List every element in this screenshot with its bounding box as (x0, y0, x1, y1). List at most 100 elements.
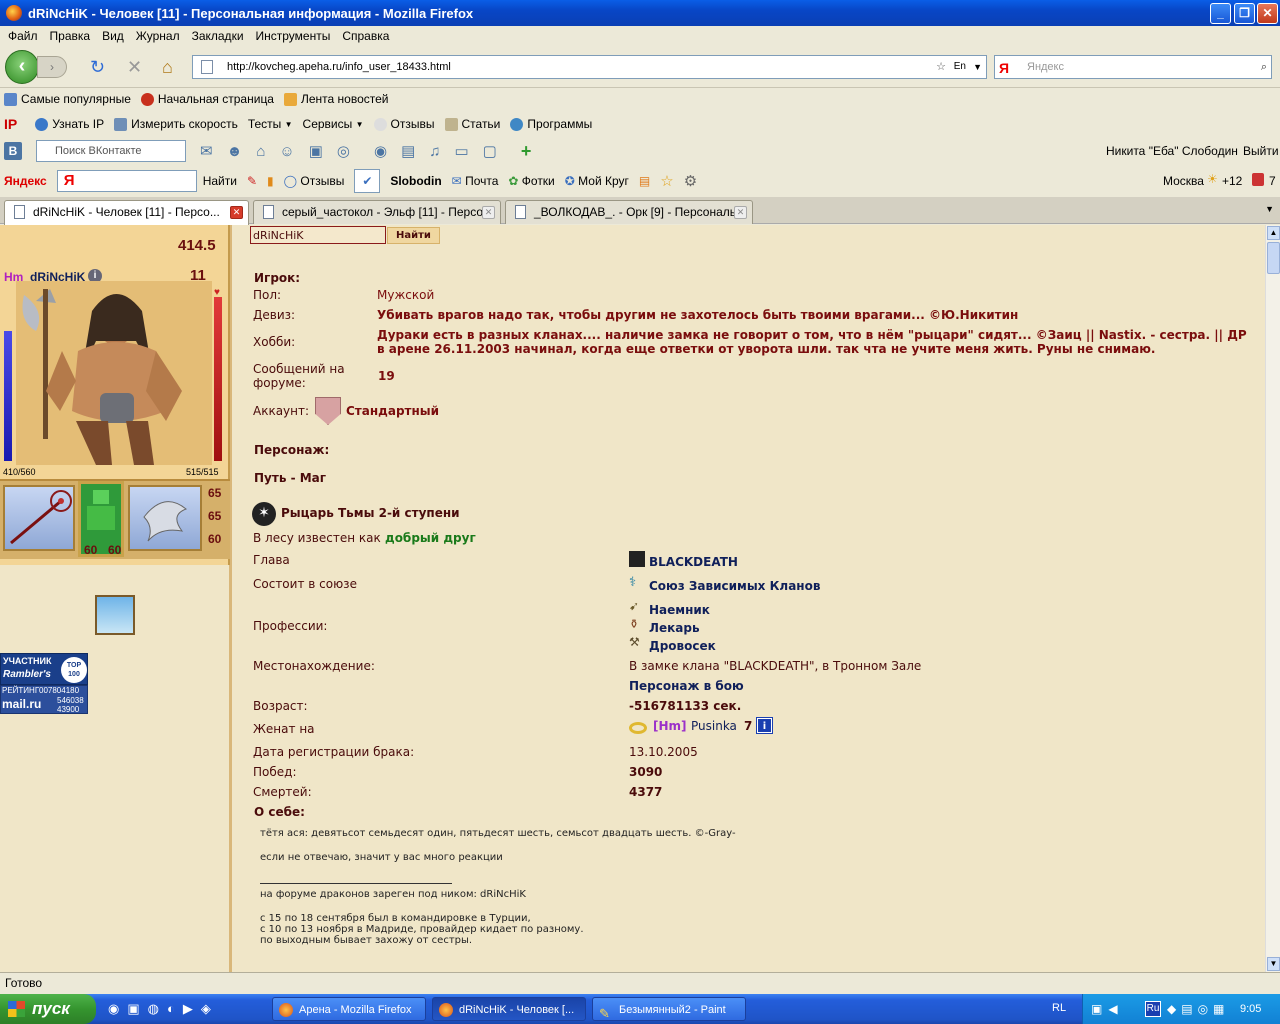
profession-woodcutter[interactable]: Дровосек (649, 639, 716, 653)
marriage-date-value: 13.10.2005 (629, 745, 698, 759)
menu-view[interactable]: Вид (96, 29, 130, 43)
search-magnifier-icon[interactable]: ⌕ (1261, 56, 1267, 78)
vk-search-input[interactable]: Поиск ВКонтакте (36, 140, 186, 162)
tab-seriy[interactable]: серый_частокол - Эльф [11] - Персо... ✕ (253, 200, 501, 224)
clock: 9:05 (1240, 1003, 1262, 1015)
ip-item-speed[interactable]: Измерить скорость (114, 117, 238, 131)
article-icon (444, 117, 458, 131)
tab-close-icon[interactable]: ✕ (734, 206, 747, 219)
yandex-find-button[interactable]: Найти (203, 174, 237, 188)
weather-city[interactable]: Москва (1163, 174, 1204, 188)
tab-drinchik[interactable]: dRiNcHiK - Человек [11] - Персо... ✕ (4, 200, 249, 225)
scroll-down-icon[interactable]: ▼ (1267, 957, 1280, 971)
tab-list-dropdown-icon[interactable]: ▼ (1265, 204, 1274, 214)
minimize-button[interactable]: _ (1210, 3, 1231, 24)
pen-icon[interactable]: ✎ (247, 174, 257, 188)
task-drinchik[interactable]: dRiNcHiK - Человек [... (432, 997, 586, 1021)
ip-item-find-ip[interactable]: Узнать IP (35, 117, 104, 131)
bookmark-start[interactable]: Начальная страница (140, 92, 274, 106)
tab-close-icon[interactable]: ✕ (482, 206, 495, 219)
start-button[interactable]: пуск (0, 994, 96, 1024)
yandex-search-input[interactable]: Я (56, 170, 197, 192)
alliance-value[interactable]: Союз Зависимых Кланов (649, 579, 820, 593)
ip-item-tests[interactable]: Тесты ▼ (248, 117, 293, 131)
task-paint[interactable]: ✎ Безымянный2 - Paint (592, 997, 746, 1021)
yandex-logo[interactable]: Яндекс (4, 174, 47, 188)
tray-icons[interactable]: ▣◀ (1091, 994, 1124, 1024)
equipment-panel: 60 60 65 65 60 (0, 479, 230, 559)
tray-lang[interactable]: Ru (1145, 1001, 1161, 1017)
tray-icons-2[interactable]: ◆▤◎▦ (1167, 994, 1229, 1024)
bookmark-popular[interactable]: Самые популярные (4, 92, 131, 106)
home-icon[interactable]: ⌂ (162, 58, 173, 76)
yandex-reviews[interactable]: ◯ Отзывы (284, 174, 345, 188)
hobby-value: Дураки есть в разных кланах.... наличие … (377, 328, 1247, 356)
photo-icon[interactable] (95, 595, 135, 635)
weapon-slot[interactable] (3, 485, 75, 551)
dropdown-icon: ▼ (355, 119, 364, 129)
star-icon[interactable]: ☆ (936, 56, 946, 78)
firefox-icon (6, 5, 22, 21)
profession-mercenary[interactable]: Наемник (649, 603, 710, 617)
reload-icon[interactable]: ↻ (90, 58, 105, 76)
ip-item-reviews[interactable]: Отзывы (373, 117, 435, 131)
forward-button[interactable]: › (37, 56, 67, 78)
bookmark-news[interactable]: Лента новостей (283, 92, 388, 106)
clan-value[interactable]: BLACKDEATH (649, 555, 738, 569)
url-dropdown-icon[interactable]: ▼ (973, 56, 982, 78)
close-button[interactable]: ✕ (1257, 3, 1278, 24)
mailru-rating-banner[interactable]: РЕЙТИНГ 007804180 mail.ru 546038 43900 (0, 685, 88, 714)
yandex-mail[interactable]: ✉ Почта (452, 174, 499, 188)
info-icon (35, 117, 49, 131)
rank-value[interactable]: Рыцарь Тьмы 2-й ступени (281, 506, 460, 520)
scroll-thumb[interactable] (1267, 242, 1280, 274)
character-portrait (16, 281, 212, 465)
tab-volkodav[interactable]: _ВОЛКОДАВ_. - Орк [9] - Персональ... ✕ (505, 200, 753, 224)
menu-tools[interactable]: Инструменты (250, 29, 337, 43)
yandex-photos[interactable]: ✿ Фотки (508, 174, 554, 188)
find-button[interactable]: Найти (387, 227, 440, 244)
rambler-top100-banner[interactable]: УЧАСТНИК Rambler's TOP 100 (0, 653, 88, 685)
briefcase-icon[interactable]: ▤ (639, 174, 650, 188)
menu-history[interactable]: Журнал (130, 29, 186, 43)
scroll-up-icon[interactable]: ▲ (1267, 226, 1280, 240)
url-bar[interactable]: http://kovcheg.apeha.ru/info_user_18433.… (192, 55, 987, 79)
menu-edit[interactable]: Правка (44, 29, 97, 43)
traffic-count: 7 (1269, 174, 1276, 188)
spouse-info-icon[interactable]: i (756, 717, 773, 734)
user-search-input[interactable] (250, 226, 386, 244)
maximize-button[interactable]: ❐ (1234, 3, 1255, 24)
search-bar[interactable]: Я Яндекс ⌕ (994, 55, 1272, 79)
spouse-name[interactable]: Pusinka (691, 719, 737, 733)
language-indicator[interactable]: RL (1052, 1002, 1066, 1014)
battle-status[interactable]: Персонаж в бою (629, 679, 744, 693)
vertical-scrollbar[interactable]: ▲ ▼ (1265, 225, 1280, 972)
vk-logout[interactable]: Выйти (1243, 144, 1279, 158)
vk-icons-2[interactable]: ◉▤♫▭▢ (374, 142, 511, 160)
ip-item-services[interactable]: Сервисы ▼ (303, 117, 364, 131)
offhand-slot[interactable] (128, 485, 202, 551)
mana-value: 515/515 (186, 467, 219, 477)
add-icon[interactable]: + (521, 141, 532, 162)
ip-item-articles[interactable]: Статьи (444, 117, 500, 131)
tab-close-icon[interactable]: ✕ (230, 206, 243, 219)
chart-icon[interactable]: ▮ (267, 174, 274, 188)
ip-item-programs[interactable]: Программы (510, 117, 592, 131)
check-icon[interactable]: ✔ (354, 169, 381, 193)
yandex-username[interactable]: Slobodin (390, 174, 441, 188)
profession-healer[interactable]: Лекарь (649, 621, 700, 635)
settings-gear-icon[interactable]: ⚙ (684, 172, 697, 190)
age-value: -516781133 сек. (629, 699, 742, 713)
vk-icons[interactable]: ✉☻⌂☺▣◎ (200, 142, 364, 160)
back-button[interactable]: ‹ (5, 50, 39, 84)
quick-launch-icons[interactable]: ◉▣◍◐▶◈ (108, 1001, 219, 1017)
menu-help[interactable]: Справка (336, 29, 395, 43)
stop-icon[interactable]: ✕ (127, 58, 142, 76)
vk-logo[interactable]: B (4, 142, 22, 160)
menu-bookmarks[interactable]: Закладки (186, 29, 250, 43)
menu-file[interactable]: Файл (2, 29, 44, 43)
task-arena[interactable]: Арена - Mozilla Firefox (272, 997, 426, 1021)
yandex-circle[interactable]: ✪ Мой Круг (565, 174, 629, 188)
star-icon[interactable]: ☆ (660, 172, 673, 190)
vk-user-name[interactable]: Никита "Еба" Слободин (1106, 144, 1238, 158)
